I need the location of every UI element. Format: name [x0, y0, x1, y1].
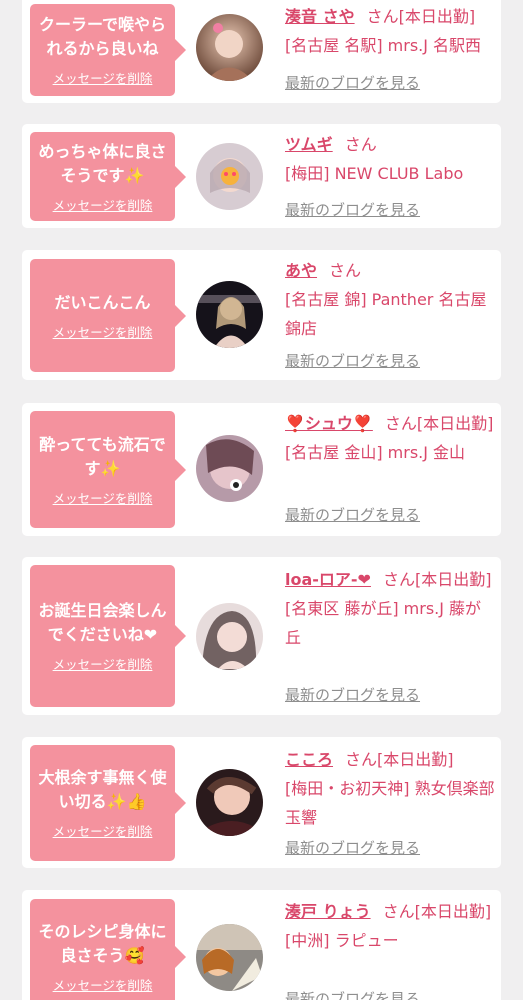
honorific: さん	[366, 7, 399, 26]
message-text: 大根余す事無く使い切る✨👍	[38, 768, 167, 811]
profile-info: こころ さん[本日出勤] [梅田・お初天神] 熟女倶楽部 玉響	[285, 745, 497, 832]
avatar[interactable]	[196, 769, 263, 836]
shop-name: [梅田] NEW CLUB Labo	[285, 164, 464, 183]
message-text: めっちゃ体に良さそうです✨	[38, 141, 167, 185]
delete-message-link[interactable]: メッセージを削除	[53, 975, 153, 994]
avatar[interactable]	[196, 603, 263, 670]
honorific: さん	[384, 414, 417, 433]
shop-name: [名古屋 金山] mrs.J 金山	[285, 443, 466, 462]
shop-name: [名古屋 名駅] mrs.J 名駅西	[285, 36, 482, 55]
avatar[interactable]	[196, 435, 263, 502]
attendance-badge: [本日出勤]	[414, 570, 492, 589]
delete-message-link[interactable]: メッセージを削除	[53, 195, 153, 214]
latest-blog-link[interactable]: 最新のブログを見る	[285, 72, 420, 93]
delete-message-link[interactable]: メッセージを削除	[53, 488, 153, 507]
message-bubble: そのレシピ身体に良さそう🥰 メッセージを削除	[30, 899, 186, 1000]
message-card: めっちゃ体に良さそうです✨ メッセージを削除 ツムギ さん [梅田] NEW CL…	[22, 124, 501, 228]
shop-name: [中洲] ラピュー	[285, 931, 399, 950]
message-bubble: 大根余す事無く使い切る✨👍 メッセージを削除	[30, 745, 186, 861]
honorific: さん	[344, 135, 377, 154]
message-bubble: めっちゃ体に良さそうです✨ メッセージを削除	[30, 132, 186, 221]
delete-message-link[interactable]: メッセージを削除	[53, 654, 153, 673]
message-text: そのレシピ身体に良さそう🥰	[38, 921, 167, 965]
profile-name[interactable]: 湊戸 りょう	[285, 902, 371, 921]
message-list: クーラーで喉やられるから良いね メッセージを削除 湊音 さや さん[本日出勤] […	[0, 0, 523, 1000]
latest-blog-link[interactable]: 最新のブログを見る	[285, 988, 420, 1000]
profile-name[interactable]: ツムギ	[285, 135, 333, 154]
profile-info: 湊音 さや さん[本日出勤] [名古屋 名駅] mrs.J 名駅西	[285, 2, 497, 60]
shop-name: [名古屋 錦] Panther 名古屋錦店	[285, 290, 487, 338]
message-bubble: お誕生日会楽しんでくださいね❤ メッセージを削除	[30, 565, 186, 707]
avatar[interactable]	[196, 281, 263, 348]
message-card: お誕生日会楽しんでくださいね❤ メッセージを削除 loa-ロア-❤ さん[本日出勤…	[22, 557, 501, 715]
avatar[interactable]	[196, 924, 263, 991]
shop-name: [名東区 藤が丘] mrs.J 藤が丘	[285, 599, 482, 647]
attendance-badge: [本日出勤]	[416, 414, 494, 433]
message-card: クーラーで喉やられるから良いね メッセージを削除 湊音 さや さん[本日出勤] […	[22, 0, 501, 103]
attendance-badge: [本日出勤]	[398, 7, 476, 26]
honorific: さん	[329, 261, 362, 280]
avatar[interactable]	[196, 143, 263, 210]
delete-message-link[interactable]: メッセージを削除	[53, 322, 153, 341]
message-bubble: 酔ってても流石です✨ メッセージを削除	[30, 411, 186, 528]
profile-name[interactable]: ❣️シュウ❣️	[285, 414, 373, 433]
attendance-badge: [本日出勤]	[414, 902, 492, 921]
message-card: 酔ってても流石です✨ メッセージを削除 ❣️シュウ❣️ さん[本日出勤] [名古屋…	[22, 403, 501, 536]
honorific: さん	[382, 902, 415, 921]
latest-blog-link[interactable]: 最新のブログを見る	[285, 350, 420, 371]
profile-name[interactable]: loa-ロア-❤	[285, 570, 371, 589]
delete-message-link[interactable]: メッセージを削除	[53, 821, 153, 840]
honorific: さん	[382, 570, 415, 589]
profile-info: あや さん [名古屋 錦] Panther 名古屋錦店	[285, 256, 497, 343]
message-card: そのレシピ身体に良さそう🥰 メッセージを削除 湊戸 りょう さん[本日出勤] [中…	[22, 890, 501, 1000]
message-text: お誕生日会楽しんでくださいね❤	[38, 601, 167, 644]
profile-name[interactable]: あや	[285, 261, 317, 280]
latest-blog-link[interactable]: 最新のブログを見る	[285, 684, 420, 705]
latest-blog-link[interactable]: 最新のブログを見る	[285, 199, 420, 220]
profile-info: 湊戸 りょう さん[本日出勤] [中洲] ラピュー	[285, 897, 497, 955]
profile-name[interactable]: 湊音 さや	[285, 7, 355, 26]
message-text: だいこんこん	[54, 292, 151, 312]
attendance-badge: [本日出勤]	[377, 750, 454, 769]
honorific: さん	[345, 750, 378, 769]
shop-name: [梅田・お初天神] 熟女倶楽部 玉響	[285, 779, 495, 827]
delete-message-link[interactable]: メッセージを削除	[53, 68, 153, 87]
message-card: 大根余す事無く使い切る✨👍 メッセージを削除 こころ さん[本日出勤] [梅田・お…	[22, 737, 501, 868]
message-text: クーラーで喉やられるから良いね	[38, 15, 167, 58]
latest-blog-link[interactable]: 最新のブログを見る	[285, 504, 420, 525]
latest-blog-link[interactable]: 最新のブログを見る	[285, 837, 420, 858]
profile-info: ❣️シュウ❣️ さん[本日出勤] [名古屋 金山] mrs.J 金山	[285, 409, 497, 467]
message-card: だいこんこん メッセージを削除 あや さん [名古屋 錦] Panther 名古屋…	[22, 250, 501, 380]
message-bubble: クーラーで喉やられるから良いね メッセージを削除	[30, 4, 186, 96]
profile-info: loa-ロア-❤ さん[本日出勤] [名東区 藤が丘] mrs.J 藤が丘	[285, 565, 497, 652]
message-bubble: だいこんこん メッセージを削除	[30, 259, 186, 372]
avatar[interactable]	[196, 14, 263, 81]
message-text: 酔ってても流石です✨	[39, 434, 166, 478]
profile-name[interactable]: こころ	[285, 750, 333, 769]
profile-info: ツムギ さん [梅田] NEW CLUB Labo	[285, 130, 497, 188]
